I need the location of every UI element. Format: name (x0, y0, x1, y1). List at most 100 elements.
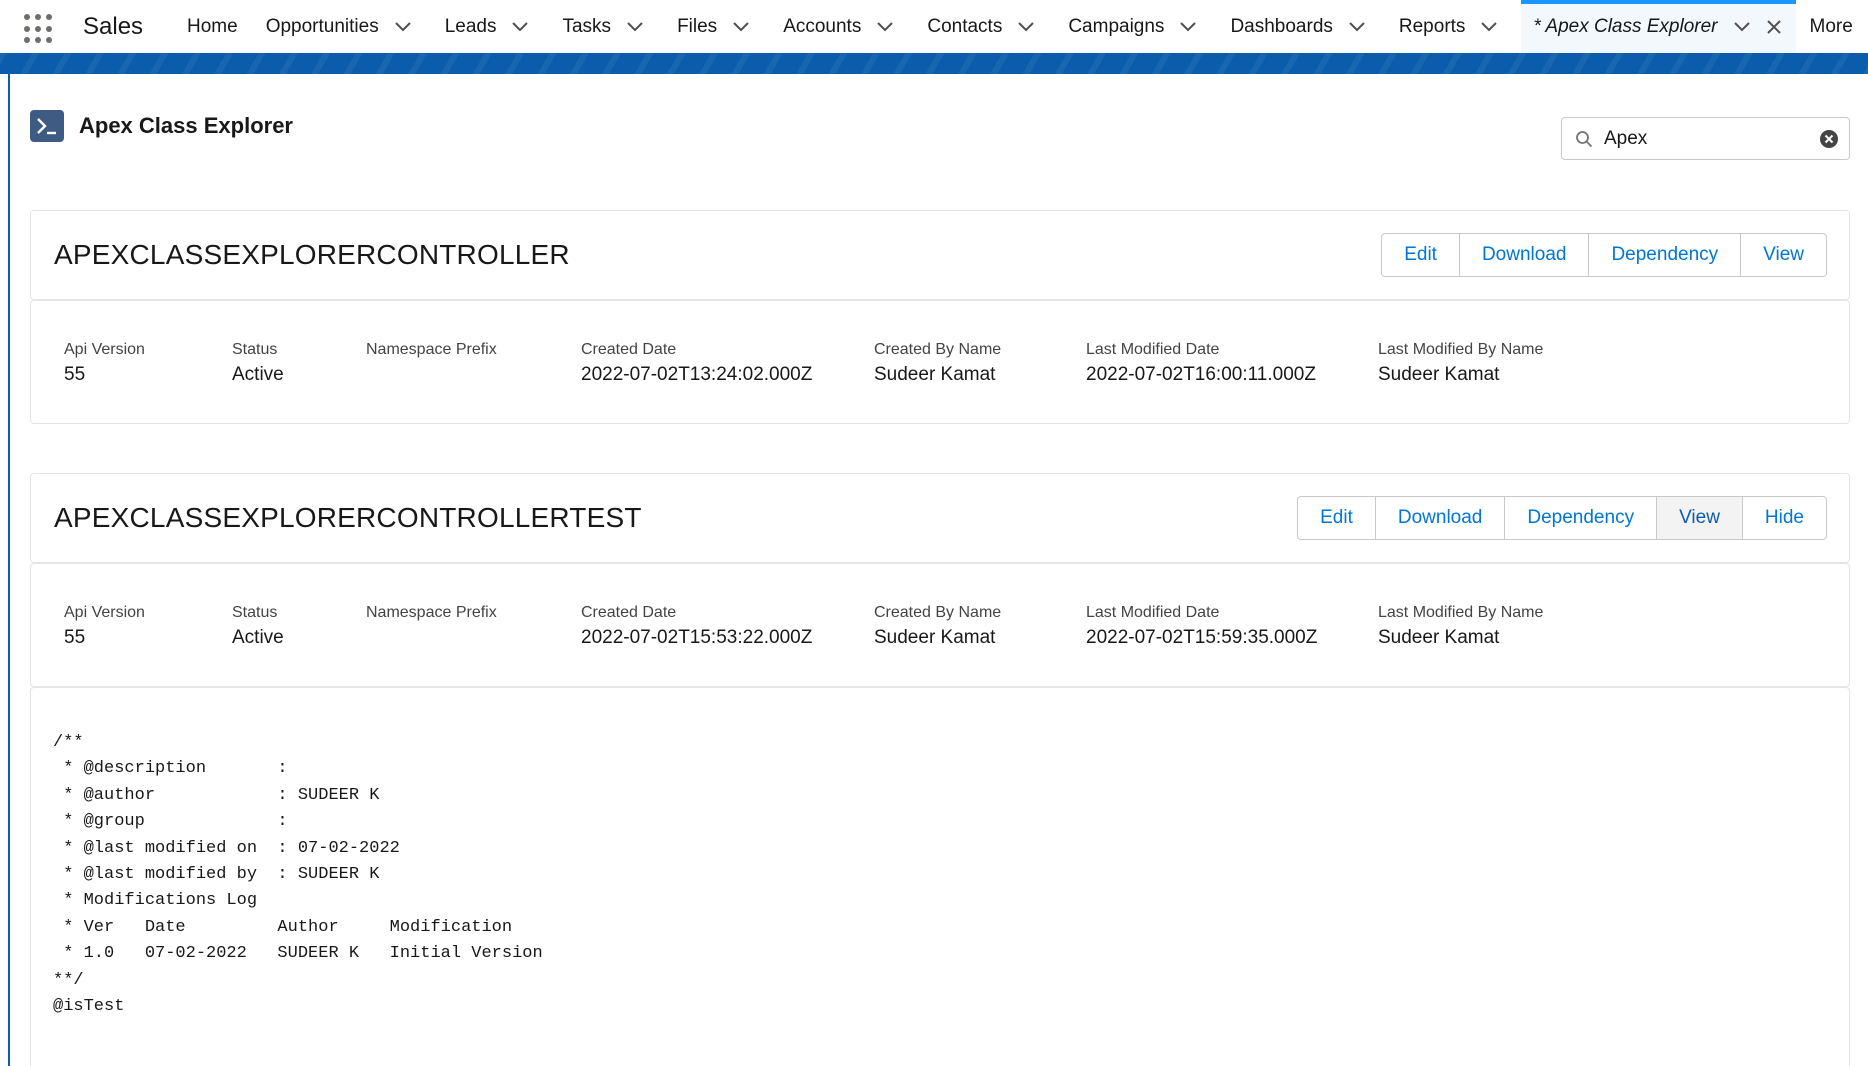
field-value: 2022-07-02T13:24:02.000Z (581, 364, 813, 385)
chevron-down-icon[interactable] (393, 17, 413, 37)
nav-tab-label: Home (187, 15, 238, 37)
nav-tab-tasks[interactable]: Tasks (530, 0, 645, 53)
field-label: Status (232, 604, 278, 621)
nav-tabs: Home Opportunities Leads Tasks Files Acc… (173, 0, 1868, 53)
field-label: Last Modified Date (1086, 341, 1220, 358)
field-created-by-name: Created By Name Sudeer Kamat (874, 604, 1001, 649)
search-icon (1574, 129, 1594, 149)
class-card-header: APEXCLASSEXPLORERCONTROLLERTEST Edit Dow… (30, 473, 1850, 563)
field-value: 55 (64, 364, 86, 385)
class-actions: Edit Download Dependency View Hide (1297, 496, 1827, 540)
field-value: 55 (64, 627, 86, 648)
field-label: Api Version (64, 604, 145, 621)
field-status: Status Active (232, 604, 284, 649)
hide-button[interactable]: Hide (1741, 496, 1827, 540)
chevron-down-icon[interactable] (510, 17, 530, 37)
field-last-modified-date: Last Modified Date 2022-07-02T15:59:35.0… (1086, 604, 1317, 649)
class-details: Api Version 55 Status Active Namespace P… (30, 563, 1850, 687)
nav-tab-opportunities[interactable]: Opportunities (252, 0, 413, 53)
view-button[interactable]: View (1656, 496, 1743, 540)
page-header: Apex Class Explorer (30, 110, 293, 142)
field-label: Status (232, 341, 278, 358)
nav-tab-dashboards[interactable]: Dashboards (1198, 0, 1366, 53)
field-value: 2022-07-02T15:53:22.000Z (581, 627, 813, 648)
nav-tab-contacts[interactable]: Contacts (895, 0, 1036, 53)
field-value: Active (232, 364, 284, 385)
search-box[interactable] (1561, 117, 1850, 160)
nav-tab-label: Files (677, 15, 718, 37)
chevron-down-icon[interactable] (1178, 17, 1198, 37)
nav-tab-label: Contacts (927, 15, 1003, 37)
global-navigation: Sales Home Opportunities Leads Tasks Fil… (0, 0, 1868, 53)
field-label: Created By Name (874, 604, 1002, 621)
terminal-prompt-icon (30, 110, 64, 142)
field-status: Status Active (232, 341, 284, 386)
field-created-date: Created Date 2022-07-02T15:53:22.000Z (581, 604, 812, 649)
nav-more-menu[interactable]: More (1796, 0, 1868, 53)
field-last-modified-by-name: Last Modified By Name Sudeer Kamat (1378, 604, 1543, 649)
chevron-down-icon[interactable] (731, 17, 751, 37)
close-tab-icon[interactable] (1764, 17, 1784, 37)
field-namespace-prefix: Namespace Prefix (366, 341, 497, 364)
edit-button[interactable]: Edit (1381, 233, 1460, 277)
field-value: Active (232, 627, 284, 648)
nav-tab-files[interactable]: Files (645, 0, 751, 53)
nav-tab-label: Dashboards (1230, 15, 1333, 37)
field-label: Api Version (64, 341, 145, 358)
chevron-down-icon[interactable] (625, 17, 645, 37)
nav-tab-accounts[interactable]: Accounts (751, 0, 895, 53)
dependency-button[interactable]: Dependency (1588, 233, 1742, 277)
view-button[interactable]: View (1740, 233, 1827, 277)
field-created-by-name: Created By Name Sudeer Kamat (874, 341, 1001, 386)
nav-tab-campaigns[interactable]: Campaigns (1036, 0, 1198, 53)
field-value: Sudeer Kamat (1378, 364, 1500, 385)
class-source-viewer[interactable]: /** * @description : * @author : SUDEER … (30, 687, 1850, 1066)
app-name: Sales (83, 13, 144, 40)
chevron-down-icon[interactable] (1732, 17, 1752, 37)
clear-search-icon[interactable] (1819, 129, 1839, 149)
app-launcher-icon[interactable] (24, 14, 54, 44)
field-value: Sudeer Kamat (1378, 627, 1500, 648)
field-api-version: Api Version 55 (64, 341, 145, 386)
class-source-code: /** * @description : * @author : SUDEER … (53, 733, 543, 1017)
field-last-modified-date: Last Modified Date 2022-07-02T16:00:11.0… (1086, 341, 1316, 386)
field-label: Namespace Prefix (366, 604, 497, 621)
chevron-down-icon[interactable] (1016, 17, 1036, 37)
download-button[interactable]: Download (1374, 496, 1506, 540)
edit-button[interactable]: Edit (1297, 496, 1376, 540)
nav-tab-label: Tasks (562, 15, 612, 37)
nav-tab-label: Opportunities (265, 15, 379, 37)
search-input[interactable] (1604, 127, 1804, 150)
nav-more-label: More (1809, 15, 1853, 37)
chevron-down-icon[interactable] (1347, 17, 1367, 37)
field-value: 2022-07-02T16:00:11.000Z (1086, 364, 1316, 385)
class-name: APEXCLASSEXPLORERCONTROLLER (54, 239, 570, 270)
field-created-date: Created Date 2022-07-02T13:24:02.000Z (581, 341, 812, 386)
nav-tab-apex-class-explorer[interactable]: * Apex Class Explorer (1521, 0, 1796, 53)
nav-tab-leads[interactable]: Leads (413, 0, 531, 53)
field-label: Created By Name (874, 341, 1002, 358)
chevron-down-icon[interactable] (1479, 17, 1499, 37)
class-actions: Edit Download Dependency View (1381, 233, 1827, 277)
nav-tab-label: Accounts (783, 15, 862, 37)
field-namespace-prefix: Namespace Prefix (366, 604, 497, 627)
class-name: APEXCLASSEXPLORERCONTROLLERTEST (54, 502, 642, 533)
field-label: Namespace Prefix (366, 341, 497, 358)
field-value: Sudeer Kamat (874, 627, 996, 648)
page-title: Apex Class Explorer (79, 113, 293, 138)
field-label: Last Modified By Name (1378, 341, 1544, 358)
chevron-down-icon[interactable] (875, 17, 895, 37)
field-value: 2022-07-02T15:59:35.000Z (1086, 627, 1318, 648)
field-label: Created Date (581, 604, 677, 621)
nav-tab-label: Campaigns (1068, 15, 1165, 37)
nav-tab-label: Reports (1398, 15, 1466, 37)
download-button[interactable]: Download (1458, 233, 1590, 277)
dependency-button[interactable]: Dependency (1504, 496, 1658, 540)
nav-tab-reports[interactable]: Reports (1367, 0, 1522, 53)
field-label: Last Modified Date (1086, 604, 1220, 621)
nav-tab-home[interactable]: Home (173, 0, 252, 53)
class-card-header: APEXCLASSEXPLORERCONTROLLER Edit Downloa… (30, 210, 1850, 300)
brand-band (0, 53, 1868, 74)
field-label: Created Date (581, 341, 677, 358)
nav-tab-label: Leads (444, 15, 497, 37)
